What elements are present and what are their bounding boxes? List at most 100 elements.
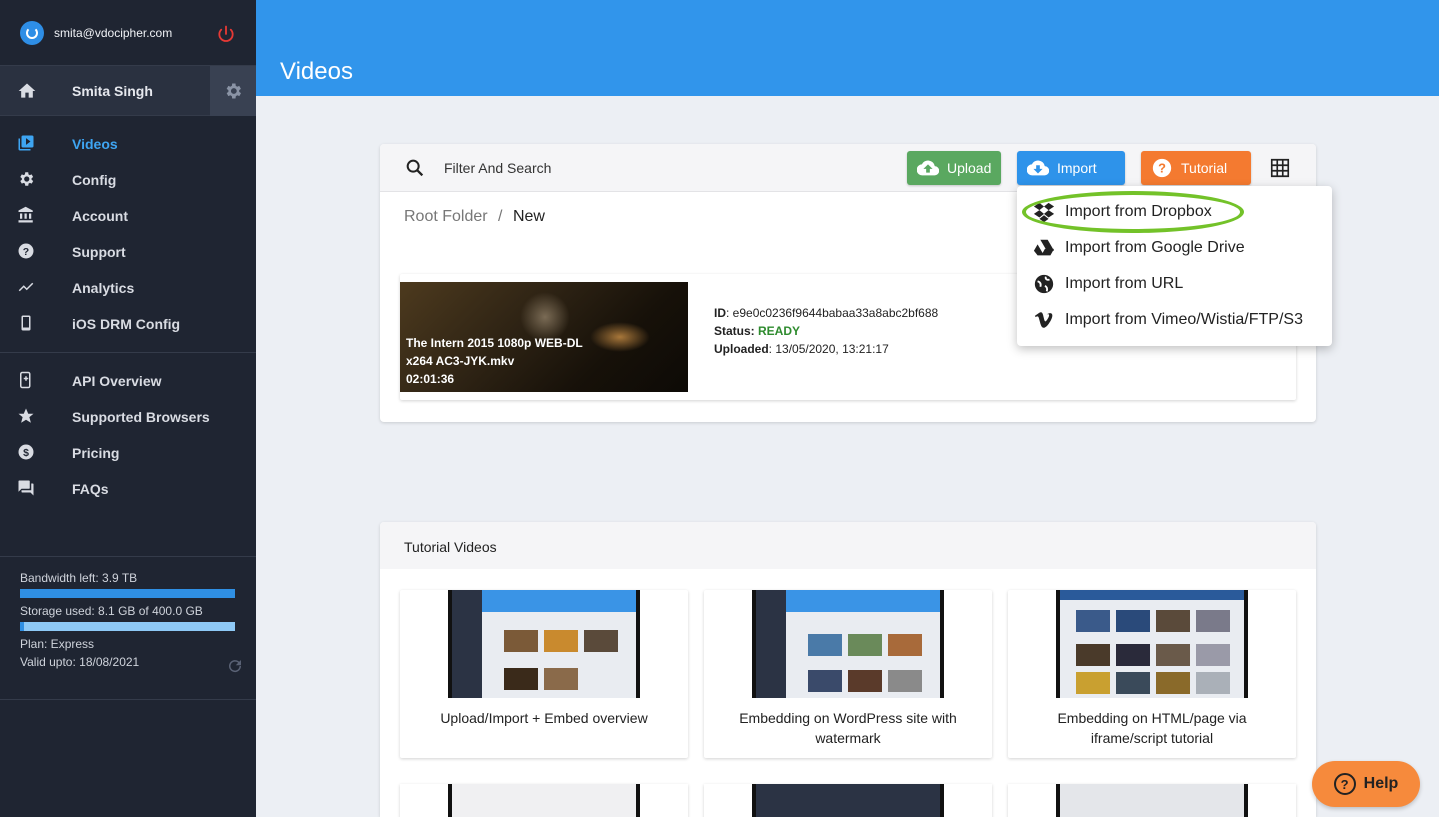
sidebar-item-label: FAQs [72, 481, 109, 497]
tutorial-thumbnail[interactable] [448, 590, 640, 698]
user-row[interactable]: Smita Singh [0, 66, 256, 116]
sidebar-item-label: API Overview [72, 373, 162, 389]
search-icon [406, 159, 424, 177]
video-title-overlay: The Intern 2015 1080p WEB-DL x264 AC3-JY… [406, 334, 606, 388]
upload-button[interactable]: Upload [907, 151, 1001, 185]
sidebar-item-support[interactable]: ? Support [0, 234, 256, 270]
tutorial-card[interactable]: Embedding on WordPress site with waterma… [704, 590, 992, 758]
tutorial-header: Tutorial Videos [380, 522, 1316, 569]
help-icon: ? [1333, 773, 1356, 795]
video-library-icon [18, 135, 34, 151]
status-badge: READY [758, 324, 801, 338]
tutorial-caption: Embedding on HTML/page via iframe/script… [1057, 710, 1247, 746]
menu-item-label: Import from Dropbox [1065, 203, 1212, 220]
menu-item-label: Import from Google Drive [1065, 239, 1245, 256]
dropbox-icon [1033, 202, 1055, 223]
status-label: Status: [714, 324, 755, 338]
video-toolbar: Upload Import ? Tutorial [380, 144, 1316, 192]
gear-icon [20, 172, 34, 186]
breadcrumb: Root Folder / New [404, 208, 545, 226]
sidebar-item-label: Pricing [72, 445, 120, 461]
tutorial-card[interactable] [1008, 784, 1296, 817]
help-label: Help [1363, 775, 1399, 792]
secondary-nav: API Overview Supported Browsers $ Pricin… [0, 353, 256, 517]
breadcrumb-current: New [512, 208, 545, 225]
storage-bar [20, 622, 235, 631]
menu-item-label: Import from Vimeo/Wistia/FTP/S3 [1065, 311, 1303, 328]
sidebar-item-config[interactable]: Config [0, 162, 256, 198]
sidebar-item-label: Support [72, 244, 126, 260]
tutorial-button[interactable]: ? Tutorial [1141, 151, 1251, 185]
sidebar-item-pricing[interactable]: $ Pricing [0, 435, 256, 471]
bandwidth-text: Bandwidth left: 3.9 TB [20, 571, 138, 585]
tutorial-card[interactable]: Embedding on HTML/page via iframe/script… [1008, 590, 1296, 758]
sidebar-item-label: Config [72, 172, 117, 188]
trending-icon [18, 282, 34, 292]
plan-text: Plan: Express [20, 637, 95, 651]
search-input[interactable] [444, 156, 744, 180]
uploaded-date: : 13/05/2020, 13:21:17 [768, 342, 889, 356]
import-label: Import [1057, 160, 1097, 176]
tutorial-card[interactable] [704, 784, 992, 817]
tutorial-title: Tutorial Videos [404, 539, 497, 555]
sidebar-item-supported-browsers[interactable]: Supported Browsers [0, 399, 256, 435]
tutorial-caption: Upload/Import + Embed overview [440, 710, 648, 726]
breadcrumb-separator: / [498, 208, 503, 225]
svg-text:$: $ [23, 447, 29, 459]
sidebar-item-videos[interactable]: Videos [0, 126, 256, 162]
sidebar-item-label: Supported Browsers [72, 409, 210, 425]
storage-text: Storage used: 8.1 GB of 400.0 GB [20, 604, 203, 618]
video-thumbnail[interactable]: The Intern 2015 1080p WEB-DL x264 AC3-JY… [400, 282, 688, 392]
video-duration: 02:01:36 [406, 372, 455, 386]
bank-icon [18, 206, 33, 223]
upload-label: Upload [947, 160, 992, 176]
tutorial-label: Tutorial [1181, 160, 1228, 176]
menu-item-import-vimeo[interactable]: Import from Vimeo/Wistia/FTP/S3 [1017, 302, 1332, 338]
tutorial-caption: Embedding on WordPress site with waterma… [739, 710, 957, 746]
sidebar-item-api-overview[interactable]: API Overview [0, 363, 256, 399]
grid-view-icon[interactable] [1269, 157, 1291, 179]
valid-text: Valid upto: 18/08/2021 [20, 655, 140, 669]
uploaded-label: Uploaded [714, 342, 769, 356]
sidebar: smita@vdocipher.com Smita Singh Videos C… [0, 0, 256, 817]
settings-button[interactable] [210, 66, 256, 116]
sidebar-item-label: iOS DRM Config [72, 316, 181, 332]
main-nav: Videos Config Account ? Support Analytic… [0, 116, 256, 353]
account-bar: smita@vdocipher.com [0, 0, 256, 66]
sidebar-item-faqs[interactable]: FAQs [0, 471, 256, 507]
usage-stats: Bandwidth left: 3.9 TB Storage used: 8.1… [0, 556, 256, 700]
api-icon [20, 371, 31, 389]
menu-item-import-url[interactable]: Import from URL [1017, 266, 1332, 302]
page-title: Videos [280, 58, 353, 85]
tutorial-card[interactable] [400, 784, 688, 817]
tutorial-thumbnail[interactable] [1056, 590, 1248, 698]
tutorial-thumbnail[interactable] [752, 590, 944, 698]
cloud-download-icon [1027, 160, 1049, 176]
forum-icon [18, 480, 34, 496]
menu-item-import-google-drive[interactable]: Import from Google Drive [1017, 230, 1332, 266]
import-button[interactable]: Import [1017, 151, 1125, 185]
help-icon: ? [18, 243, 34, 259]
sidebar-item-label: Analytics [72, 280, 135, 296]
gear-icon [226, 83, 241, 99]
menu-item-label: Import from URL [1065, 275, 1184, 292]
breadcrumb-root[interactable]: Root Folder [404, 208, 488, 225]
refresh-icon[interactable] [226, 657, 244, 675]
video-id: : e9e0c0236f9644babaa33a8abc2bf688 [726, 306, 939, 320]
sidebar-item-analytics[interactable]: Analytics [0, 270, 256, 306]
video-meta: ID: e9e0c0236f9644babaa33a8abc2bf688 Sta… [714, 304, 938, 358]
page-header: Videos [256, 0, 1439, 96]
sidebar-item-label: Videos [72, 136, 118, 152]
tutorial-card[interactable]: Upload/Import + Embed overview [400, 590, 688, 758]
cloud-upload-icon [917, 160, 939, 176]
menu-item-import-dropbox[interactable]: Import from Dropbox [1017, 194, 1332, 230]
sidebar-item-label: Account [72, 208, 128, 224]
video-title: The Intern 2015 1080p WEB-DL x264 AC3-JY… [406, 336, 583, 368]
help-button[interactable]: ? Help [1312, 761, 1420, 807]
tutorial-section: Tutorial Videos Upload/Import + Embed ov… [380, 522, 1316, 817]
user-email: smita@vdocipher.com [54, 25, 173, 40]
sidebar-item-account[interactable]: Account [0, 198, 256, 234]
power-icon[interactable] [216, 24, 236, 44]
import-menu: Import from Dropbox Import from Google D… [1017, 186, 1332, 346]
sidebar-item-ios-drm-config[interactable]: iOS DRM Config [0, 306, 256, 342]
